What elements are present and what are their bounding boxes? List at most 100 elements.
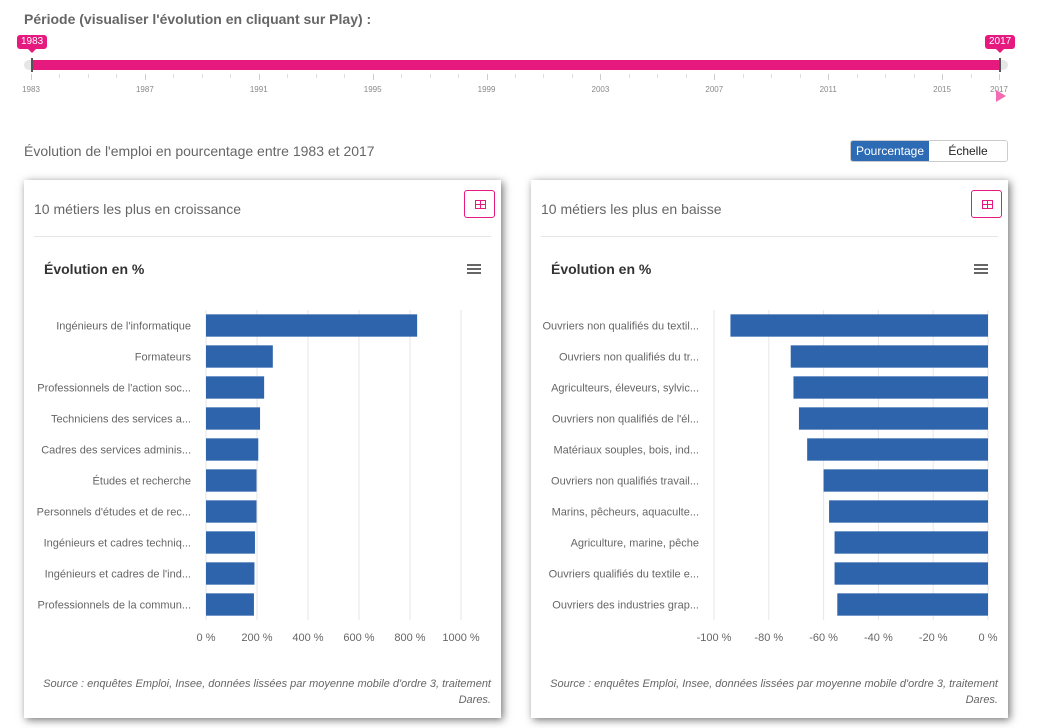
bar[interactable] bbox=[834, 562, 988, 585]
category-label: Ouvriers qualifiés du textile e... bbox=[549, 569, 699, 581]
category-label: Études et recherche bbox=[93, 475, 191, 488]
bar[interactable] bbox=[793, 376, 988, 399]
slider-tick bbox=[173, 74, 175, 78]
divider bbox=[34, 236, 491, 237]
table-view-button[interactable] bbox=[464, 190, 495, 218]
start-year-bubble: 1983 bbox=[17, 35, 48, 53]
slider-tick bbox=[116, 74, 118, 78]
slider-tick bbox=[571, 74, 573, 78]
slider-tick bbox=[287, 74, 289, 78]
bar[interactable] bbox=[798, 407, 988, 430]
x-tick-label: 400 % bbox=[292, 632, 323, 644]
slider-tick bbox=[600, 74, 602, 80]
bar[interactable] bbox=[790, 345, 988, 368]
slider-tick bbox=[486, 74, 488, 80]
slider-tick bbox=[201, 74, 203, 78]
bar[interactable] bbox=[206, 314, 418, 337]
period-slider[interactable]: 1983 2017 1983 1987 1991 1995 1999 2003 2007 20… bbox=[17, 34, 1016, 104]
period-label: Période (visualiser l'évolution en cliqu… bbox=[24, 11, 372, 27]
slider-tick bbox=[59, 74, 61, 78]
slider-tick bbox=[714, 74, 716, 80]
slider-end-handle[interactable] bbox=[999, 58, 1001, 72]
bar[interactable] bbox=[823, 469, 988, 492]
slider-tick-label: 1987 bbox=[135, 85, 154, 94]
slider-tick bbox=[970, 74, 972, 78]
slider-tick bbox=[856, 74, 858, 78]
slider-tick bbox=[828, 74, 830, 80]
source-note: Source : enquêtes Emploi, Insee, données… bbox=[550, 678, 998, 706]
toggle-percentage[interactable]: Pourcentage bbox=[851, 141, 929, 161]
bar[interactable] bbox=[206, 345, 273, 368]
bar[interactable] bbox=[206, 469, 257, 492]
slider-tick-label: 1999 bbox=[477, 85, 496, 94]
bar[interactable] bbox=[807, 438, 988, 461]
x-tick-label: -40 % bbox=[864, 632, 893, 644]
x-tick-label: 1000 % bbox=[442, 632, 480, 644]
bar[interactable] bbox=[837, 593, 988, 616]
slider-tick bbox=[144, 74, 146, 80]
table-icon bbox=[475, 200, 486, 209]
category-label: Professionnels de la commun... bbox=[38, 600, 191, 612]
category-label: Ouvriers non qualifiés de l'él... bbox=[552, 414, 699, 426]
bar[interactable] bbox=[206, 500, 257, 523]
chart-menu-icon[interactable] bbox=[974, 264, 988, 274]
x-tick-label: -60 % bbox=[809, 632, 838, 644]
slider-tick bbox=[458, 74, 460, 78]
slider-tick bbox=[230, 74, 232, 78]
slider-tick bbox=[31, 74, 32, 80]
slider-tick-label: 1991 bbox=[249, 85, 268, 94]
bar[interactable] bbox=[206, 531, 255, 554]
x-tick-label: 0 % bbox=[979, 632, 998, 644]
slider-tick bbox=[628, 74, 630, 78]
divider bbox=[541, 236, 998, 237]
slider-tick bbox=[258, 74, 260, 80]
growth-chart: 0 % 200 % 400 % 600 % 800 % 1000 % Ingénieurs … bbox=[37, 310, 480, 644]
category-label: Agriculture, marine, pêche bbox=[571, 538, 699, 550]
category-label: Ouvriers non qualifiés du textil... bbox=[542, 321, 699, 333]
slider-tick-label: 1995 bbox=[363, 85, 382, 94]
category-label: Techniciens des services a... bbox=[51, 414, 191, 426]
category-label: Marins, pêcheurs, aquaculte... bbox=[552, 507, 699, 519]
bar[interactable] bbox=[730, 314, 988, 337]
slider-tick bbox=[657, 74, 659, 78]
slider-tick-label: 2011 bbox=[819, 85, 837, 94]
slider-tick bbox=[315, 74, 317, 78]
slider-tick bbox=[942, 74, 944, 80]
play-icon[interactable] bbox=[996, 90, 1006, 102]
source-note: Source : enquêtes Emploi, Insee, données… bbox=[43, 678, 491, 706]
bar[interactable] bbox=[206, 562, 255, 585]
category-label: Matériaux souples, bois, ind... bbox=[553, 445, 699, 457]
slider-tick bbox=[515, 74, 516, 78]
bar[interactable] bbox=[206, 407, 261, 430]
x-tick-label: -100 % bbox=[697, 632, 732, 644]
chart-menu-icon[interactable] bbox=[467, 264, 481, 274]
category-label: Ouvriers des industries grap... bbox=[552, 600, 699, 612]
bar[interactable] bbox=[834, 531, 988, 554]
end-year-bubble: 2017 bbox=[985, 35, 1016, 53]
bar[interactable] bbox=[829, 500, 988, 523]
slider-start-handle[interactable] bbox=[31, 58, 33, 72]
slider-tick-label: 1983 bbox=[22, 85, 40, 94]
x-tick-label: 200 % bbox=[241, 632, 272, 644]
slider-range bbox=[32, 60, 1000, 70]
slider-tick bbox=[771, 74, 773, 78]
slider-tick bbox=[429, 74, 431, 78]
decline-chart: -100 % -80 % -60 % -40 % -20 % 0 % Ouvriers no… bbox=[542, 310, 998, 644]
bar[interactable] bbox=[206, 593, 254, 616]
slider-tick bbox=[401, 74, 403, 78]
category-label: Ouvriers non qualifiés du tr... bbox=[559, 352, 699, 364]
toggle-scale[interactable]: Échelle bbox=[929, 141, 1007, 161]
mode-toggle[interactable]: Pourcentage Échelle bbox=[850, 140, 1008, 162]
slider-tick bbox=[999, 74, 1000, 80]
category-label: Personnels d'études et de rec... bbox=[37, 507, 191, 519]
table-view-button[interactable] bbox=[971, 190, 1002, 218]
slider-tick bbox=[372, 74, 374, 80]
bar[interactable] bbox=[206, 438, 259, 461]
slider-tick bbox=[913, 74, 915, 78]
panel-title: 10 métiers les plus en croissance bbox=[34, 201, 241, 217]
category-label: Agriculteurs, éleveurs, sylvic... bbox=[551, 383, 699, 395]
slider-tick bbox=[742, 74, 744, 78]
bar[interactable] bbox=[206, 376, 265, 399]
panel-title: 10 métiers les plus en baisse bbox=[541, 201, 722, 217]
category-label: Cadres des services adminis... bbox=[41, 445, 191, 457]
